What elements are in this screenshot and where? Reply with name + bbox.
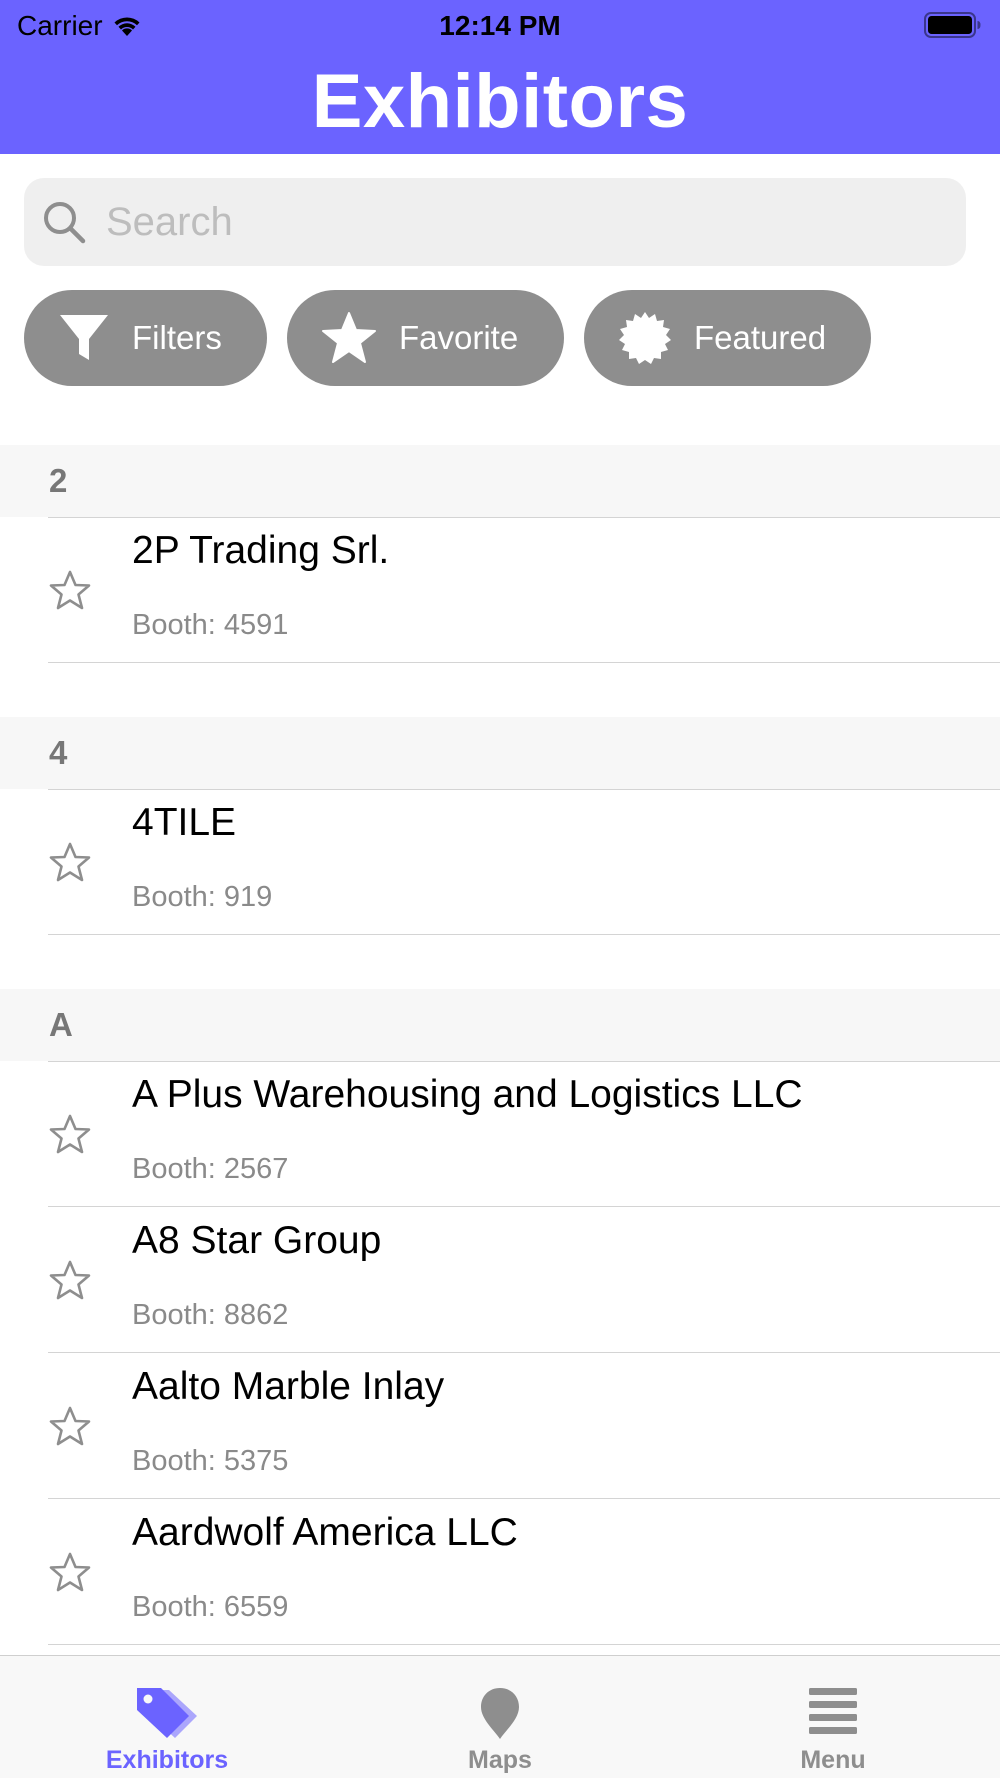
exhibitor-name: Aalto Marble Inlay — [132, 1365, 445, 1408]
booth-number: Booth: 5375 — [132, 1445, 289, 1477]
funnel-icon — [60, 315, 108, 360]
page-title: Exhibitors — [311, 59, 689, 144]
tab-bar: Exhibitors Maps Menu — [0, 1655, 1000, 1778]
exhibitor-list[interactable]: 2 2P Trading Srl. Booth: 4591 4 4TILE Bo… — [0, 445, 1000, 1645]
status-bar: Carrier 12:14 PM — [0, 0, 1000, 50]
tab-label: Menu — [800, 1746, 866, 1774]
star-outline-icon[interactable] — [48, 841, 92, 883]
star-outline-icon[interactable] — [48, 569, 92, 611]
booth-number: Booth: 919 — [132, 881, 273, 913]
divider — [48, 517, 1000, 518]
favorite-label: Favorite — [399, 319, 519, 356]
section-header: A — [0, 989, 1000, 1061]
tags-icon — [137, 1688, 197, 1738]
list-item[interactable]: Aalto Marble Inlay Booth: 5375 — [0, 1353, 1000, 1499]
search-icon — [44, 202, 86, 244]
filter-chips: Filters Favorite Featured — [24, 290, 871, 386]
featured-label: Featured — [694, 319, 827, 356]
star-outline-icon[interactable] — [48, 1113, 92, 1155]
star-outline-icon[interactable] — [48, 1405, 92, 1447]
exhibitor-name: A8 Star Group — [132, 1219, 382, 1262]
hamburger-menu-icon — [809, 1688, 857, 1734]
featured-button[interactable]: Featured — [584, 290, 871, 386]
booth-number: Booth: 2567 — [132, 1153, 289, 1185]
divider — [48, 934, 1000, 935]
section-spacer — [0, 935, 1000, 989]
list-item[interactable]: 2P Trading Srl. Booth: 4591 — [0, 517, 1000, 663]
tab-label: Exhibitors — [105, 1746, 229, 1774]
section-header: 2 — [0, 445, 1000, 517]
divider — [48, 789, 1000, 790]
list-item[interactable]: A Plus Warehousing and Logistics LLC Boo… — [0, 1061, 1000, 1207]
filters-button[interactable]: Filters — [24, 290, 267, 386]
exhibitor-name: Aardwolf America LLC — [132, 1511, 518, 1554]
favorite-button[interactable]: Favorite — [287, 290, 564, 386]
section-header: 4 — [0, 717, 1000, 789]
tab-maps[interactable]: Maps — [390, 1656, 610, 1778]
divider — [48, 1644, 1000, 1645]
tab-menu[interactable]: Menu — [723, 1656, 943, 1778]
list-item[interactable]: 4TILE Booth: 919 — [0, 789, 1000, 935]
booth-number: Booth: 8862 — [132, 1299, 289, 1331]
star-outline-icon[interactable] — [48, 1551, 92, 1593]
star-filled-icon — [322, 312, 376, 363]
filters-label: Filters — [132, 319, 222, 356]
tab-label: Maps — [468, 1746, 532, 1774]
star-outline-icon[interactable] — [48, 1259, 92, 1301]
search-input[interactable] — [106, 199, 906, 245]
exhibitor-name: A Plus Warehousing and Logistics LLC — [132, 1073, 803, 1116]
divider — [48, 662, 1000, 663]
exhibitor-name: 2P Trading Srl. — [132, 529, 390, 572]
section-spacer — [0, 663, 1000, 717]
seal-badge-icon — [619, 312, 671, 364]
map-pin-icon — [481, 1688, 519, 1739]
divider — [48, 1061, 1000, 1062]
booth-number: Booth: 4591 — [132, 609, 289, 641]
status-time: 12:14 PM — [439, 10, 561, 41]
tab-exhibitors[interactable]: Exhibitors — [57, 1656, 277, 1778]
booth-number: Booth: 6559 — [132, 1591, 289, 1623]
search-bar[interactable] — [24, 178, 966, 266]
battery-icon — [924, 12, 981, 38]
exhibitor-name: 4TILE — [132, 801, 237, 844]
list-item[interactable]: A8 Star Group Booth: 8862 — [0, 1207, 1000, 1353]
list-item[interactable]: Aardwolf America LLC Booth: 6559 — [0, 1499, 1000, 1645]
app-header: Carrier 12:14 PM Exhibitors — [0, 0, 1000, 154]
